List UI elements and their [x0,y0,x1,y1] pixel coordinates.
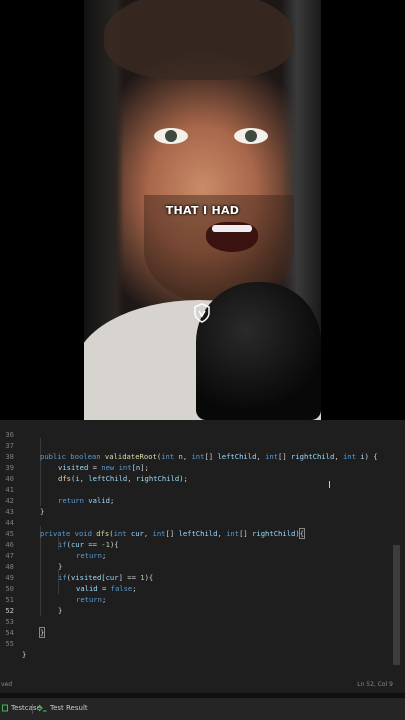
text-cursor-icon: I [328,480,331,491]
code-line: 43 [0,495,405,516]
code-line: 49 valid = false; [0,561,405,593]
code-line: 42 } [0,484,405,516]
line-number: 55 [5,639,14,648]
code-line: 51 } [0,583,405,615]
code-line: 37 public boolean validateRoot(int n, in… [0,429,405,461]
tab-label: Test Result [50,704,88,712]
code-line: 53 } [0,605,405,638]
speaker-left-eye [154,128,188,144]
cursor-position: Ln 52, Col 9 [357,681,393,688]
checkbox-icon [2,704,8,712]
bottom-panel-tabs: Testcase Test Result [0,698,405,720]
code-line: 46 return; [0,528,405,560]
code-text: } [22,650,27,659]
tab-label: Testcase [11,704,41,712]
speaker-mouth [206,222,258,252]
code-line: 54 [0,616,405,637]
tab-separator [32,704,33,714]
code-editor[interactable]: 36 37 public boolean validateRoot(int n,… [0,420,405,700]
code-line: 36 [0,418,405,439]
code-line: 50 return; [0,572,405,604]
code-line: 52 [0,594,405,615]
editor-scrollbar[interactable] [393,545,400,665]
speaker-right-eye [234,128,268,144]
code-line: 41 return valid; [0,473,405,505]
code-line: 45 if(cur == -1){ [0,517,405,549]
code-line: 40 [0,462,405,483]
status-left-text: ved [1,681,13,688]
microphone [196,282,321,420]
speaker-hair [104,0,294,80]
code-line: 44 private void dfs(int cur, int[] leftC… [0,506,405,539]
video-caption: THAT I HAD [165,204,240,217]
tab-test-result[interactable]: Test Result [38,704,88,712]
shield-badge-icon [194,303,210,323]
code-line: 48 if(visited[cur] == 1){ [0,550,405,582]
terminal-icon [38,704,47,712]
status-bar: ved Ln 52, Col 9 [0,678,405,692]
code-line: 47 } [0,539,405,571]
tab-testcase[interactable]: Testcase [2,704,41,712]
code-line: 39 dfs(i, leftChild, rightChild); [0,451,405,483]
code-line: 55 } [0,627,405,659]
code-line: 38 visited = new int[n]; [0,440,405,472]
